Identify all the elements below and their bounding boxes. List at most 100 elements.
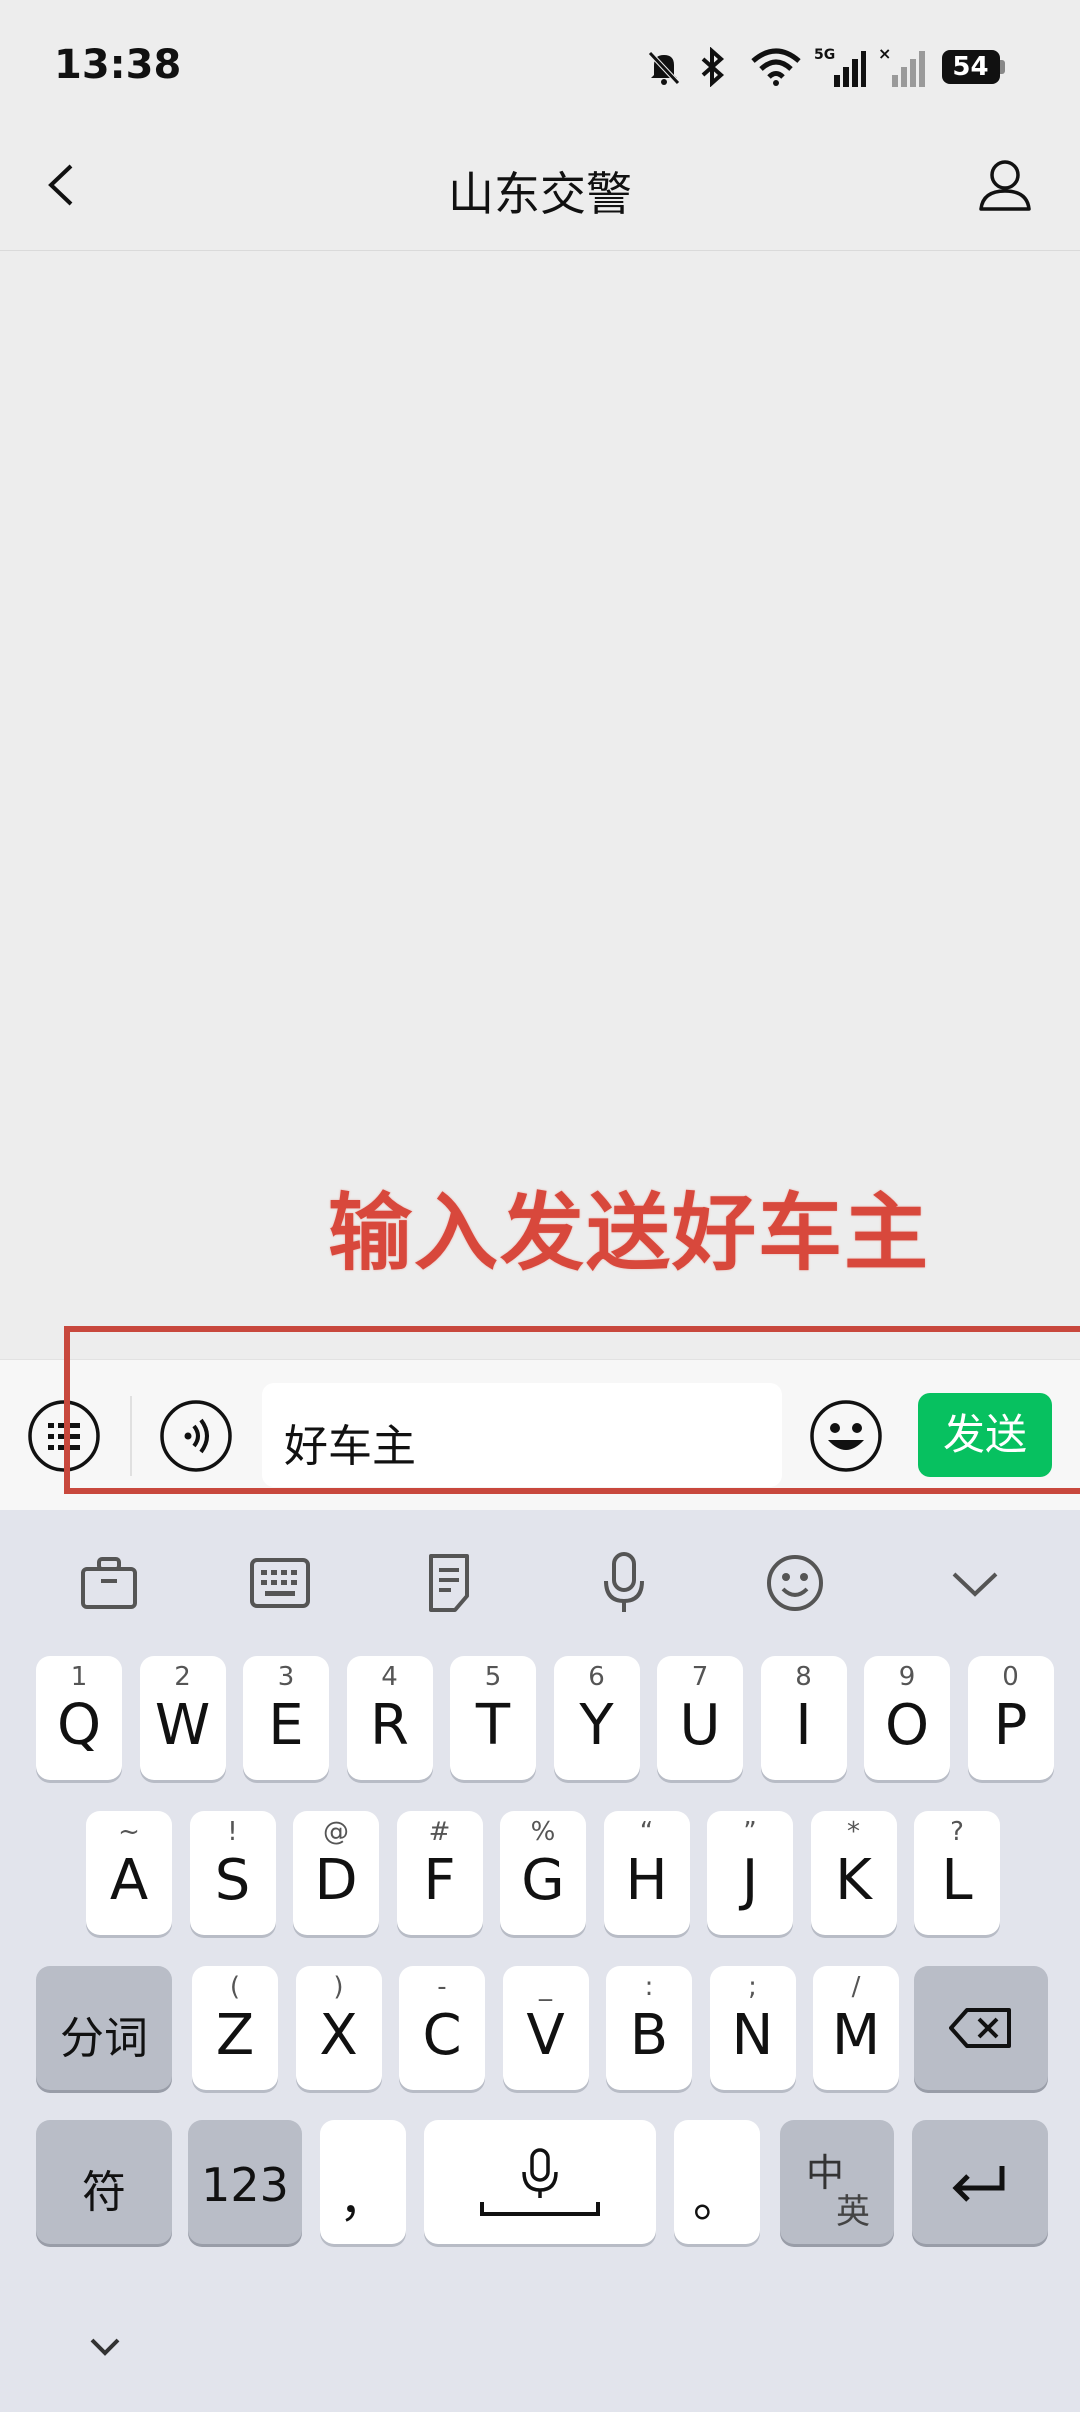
key-y[interactable]: 6Y (553, 1656, 640, 1780)
key-h[interactable]: “H (603, 1811, 690, 1935)
numbers-key[interactable]: 123 (188, 2120, 302, 2244)
key-z[interactable]: (Z (192, 1966, 278, 2090)
voice-typing-button[interactable] (589, 1548, 659, 1618)
key-f[interactable]: # F (396, 1811, 483, 1935)
annotation-text: 输入发送好车主 (328, 1184, 931, 1282)
document-icon (429, 1554, 469, 1612)
language-secondary-label: 英 (836, 2192, 870, 2232)
segment-key[interactable]: 分词 (36, 1966, 172, 2090)
key-v[interactable]: _ V (502, 1966, 589, 2090)
key-c[interactable]: -C (399, 1966, 485, 2090)
key-letter: P (993, 1693, 1028, 1759)
key-secondary-symbol: 6 (588, 1662, 605, 1692)
key-letter: N (731, 2003, 774, 2069)
key-secondary-symbol: 8 (795, 1662, 812, 1692)
key-letter: K (835, 1848, 872, 1914)
key-letter: I (795, 1693, 812, 1759)
key-o[interactable]: 9O (864, 1656, 950, 1780)
key-letter: Z (215, 2003, 255, 2069)
key-w[interactable]: 2W (139, 1656, 226, 1780)
key-x[interactable]: ) X (295, 1966, 382, 2090)
key-i[interactable]: 8I (760, 1656, 847, 1780)
person-icon (979, 160, 1031, 211)
mute-bell-icon (646, 44, 682, 90)
key-letter: A (109, 1848, 149, 1914)
battery-level: 54 (941, 50, 1000, 84)
key-letter: Q (56, 1693, 102, 1759)
key-s[interactable]: ! S (189, 1811, 276, 1935)
toolbox-button[interactable] (74, 1548, 144, 1618)
key-letter: L (941, 1848, 973, 1914)
keyboard (0, 1510, 1080, 2412)
key-letter: V (526, 2003, 565, 2069)
signal-5g-icon: 5G (814, 44, 866, 90)
key-secondary-symbol: ( (229, 1972, 241, 2002)
key-n[interactable]: ; N (709, 1966, 796, 2090)
comma-key[interactable]: ， (320, 2120, 406, 2244)
numbers-key-label: 123 (201, 2158, 289, 2212)
key-secondary-symbol: ; (748, 1972, 757, 2002)
key-r[interactable]: 4R (346, 1656, 433, 1780)
key-b[interactable]: :B (606, 1966, 692, 2090)
period-key-label: 。 (692, 2172, 741, 2228)
key-letter: D (314, 1848, 358, 1914)
key-secondary-symbol: @ (323, 1817, 349, 1847)
key-d[interactable]: @ D (293, 1811, 379, 1935)
backspace-icon (949, 2008, 1011, 2048)
key-q[interactable]: 1Q (36, 1656, 122, 1780)
key-letter: M (831, 2003, 881, 2069)
smiley-icon (767, 1555, 823, 1611)
key-secondary-symbol: 1 (70, 1662, 88, 1692)
key-g[interactable]: % G (500, 1811, 586, 1935)
key-secondary-symbol: ) (333, 1972, 344, 2002)
period-key[interactable]: 。 (674, 2120, 760, 2244)
svg-text:×: × (878, 45, 891, 63)
hide-keyboard-button[interactable] (80, 2330, 130, 2364)
key-t[interactable]: 5T (450, 1656, 536, 1780)
key-a[interactable]: ~ A (86, 1811, 172, 1935)
status-time: 13:38 (54, 42, 182, 88)
enter-key[interactable] (912, 2120, 1048, 2244)
key-letter: O (884, 1693, 930, 1759)
keyboard-icon (250, 1558, 310, 1608)
key-secondary-symbol: 0 (1002, 1662, 1019, 1692)
clipboard-button[interactable] (416, 1548, 486, 1618)
key-letter: J (741, 1848, 759, 1914)
battery-icon: 54 (940, 44, 1006, 90)
key-secondary-symbol: 9 (898, 1662, 916, 1692)
key-secondary-symbol: 2 (174, 1662, 191, 1692)
key-m[interactable]: / M (813, 1966, 899, 2090)
key-secondary-symbol: 3 (277, 1662, 295, 1692)
key-secondary-symbol: 4 (381, 1662, 398, 1692)
comma-key-label: ， (338, 2172, 387, 2228)
key-e[interactable]: 3E (243, 1656, 329, 1780)
key-secondary-symbol: ? (950, 1817, 964, 1847)
backspace-key[interactable] (914, 1966, 1048, 2090)
key-letter: S (214, 1848, 251, 1914)
briefcase-icon (81, 1557, 137, 1609)
collapse-keyboard-button[interactable] (940, 1548, 1010, 1618)
key-letter: Y (579, 1693, 614, 1759)
key-secondary-symbol: : (644, 1972, 654, 2002)
key-secondary-symbol: ” (743, 1817, 757, 1847)
symbols-key[interactable]: 符 (36, 2120, 172, 2244)
key-l[interactable]: ? L (914, 1811, 1000, 1935)
key-secondary-symbol: 5 (484, 1662, 502, 1692)
key-letter: U (679, 1693, 721, 1759)
key-j[interactable]: ” J (707, 1811, 793, 1935)
key-k[interactable]: * K (810, 1811, 897, 1935)
page-title: 山东交警 (448, 167, 632, 221)
microphone-icon (604, 1552, 644, 1612)
key-letter: R (370, 1693, 409, 1759)
keyboard-emoji-button[interactable] (760, 1548, 830, 1618)
language-switch-key[interactable]: 中 英 (780, 2120, 894, 2244)
space-key[interactable] (424, 2120, 656, 2244)
svg-text:5G: 5G (814, 47, 835, 63)
keyboard-layout-button[interactable] (245, 1548, 315, 1618)
profile-button[interactable] (970, 148, 1040, 222)
key-u[interactable]: 7U (657, 1656, 743, 1780)
wifi-icon (748, 44, 804, 90)
key-secondary-symbol: # (428, 1817, 451, 1847)
bluetooth-icon (698, 44, 728, 90)
key-p[interactable]: 0P (967, 1656, 1054, 1780)
